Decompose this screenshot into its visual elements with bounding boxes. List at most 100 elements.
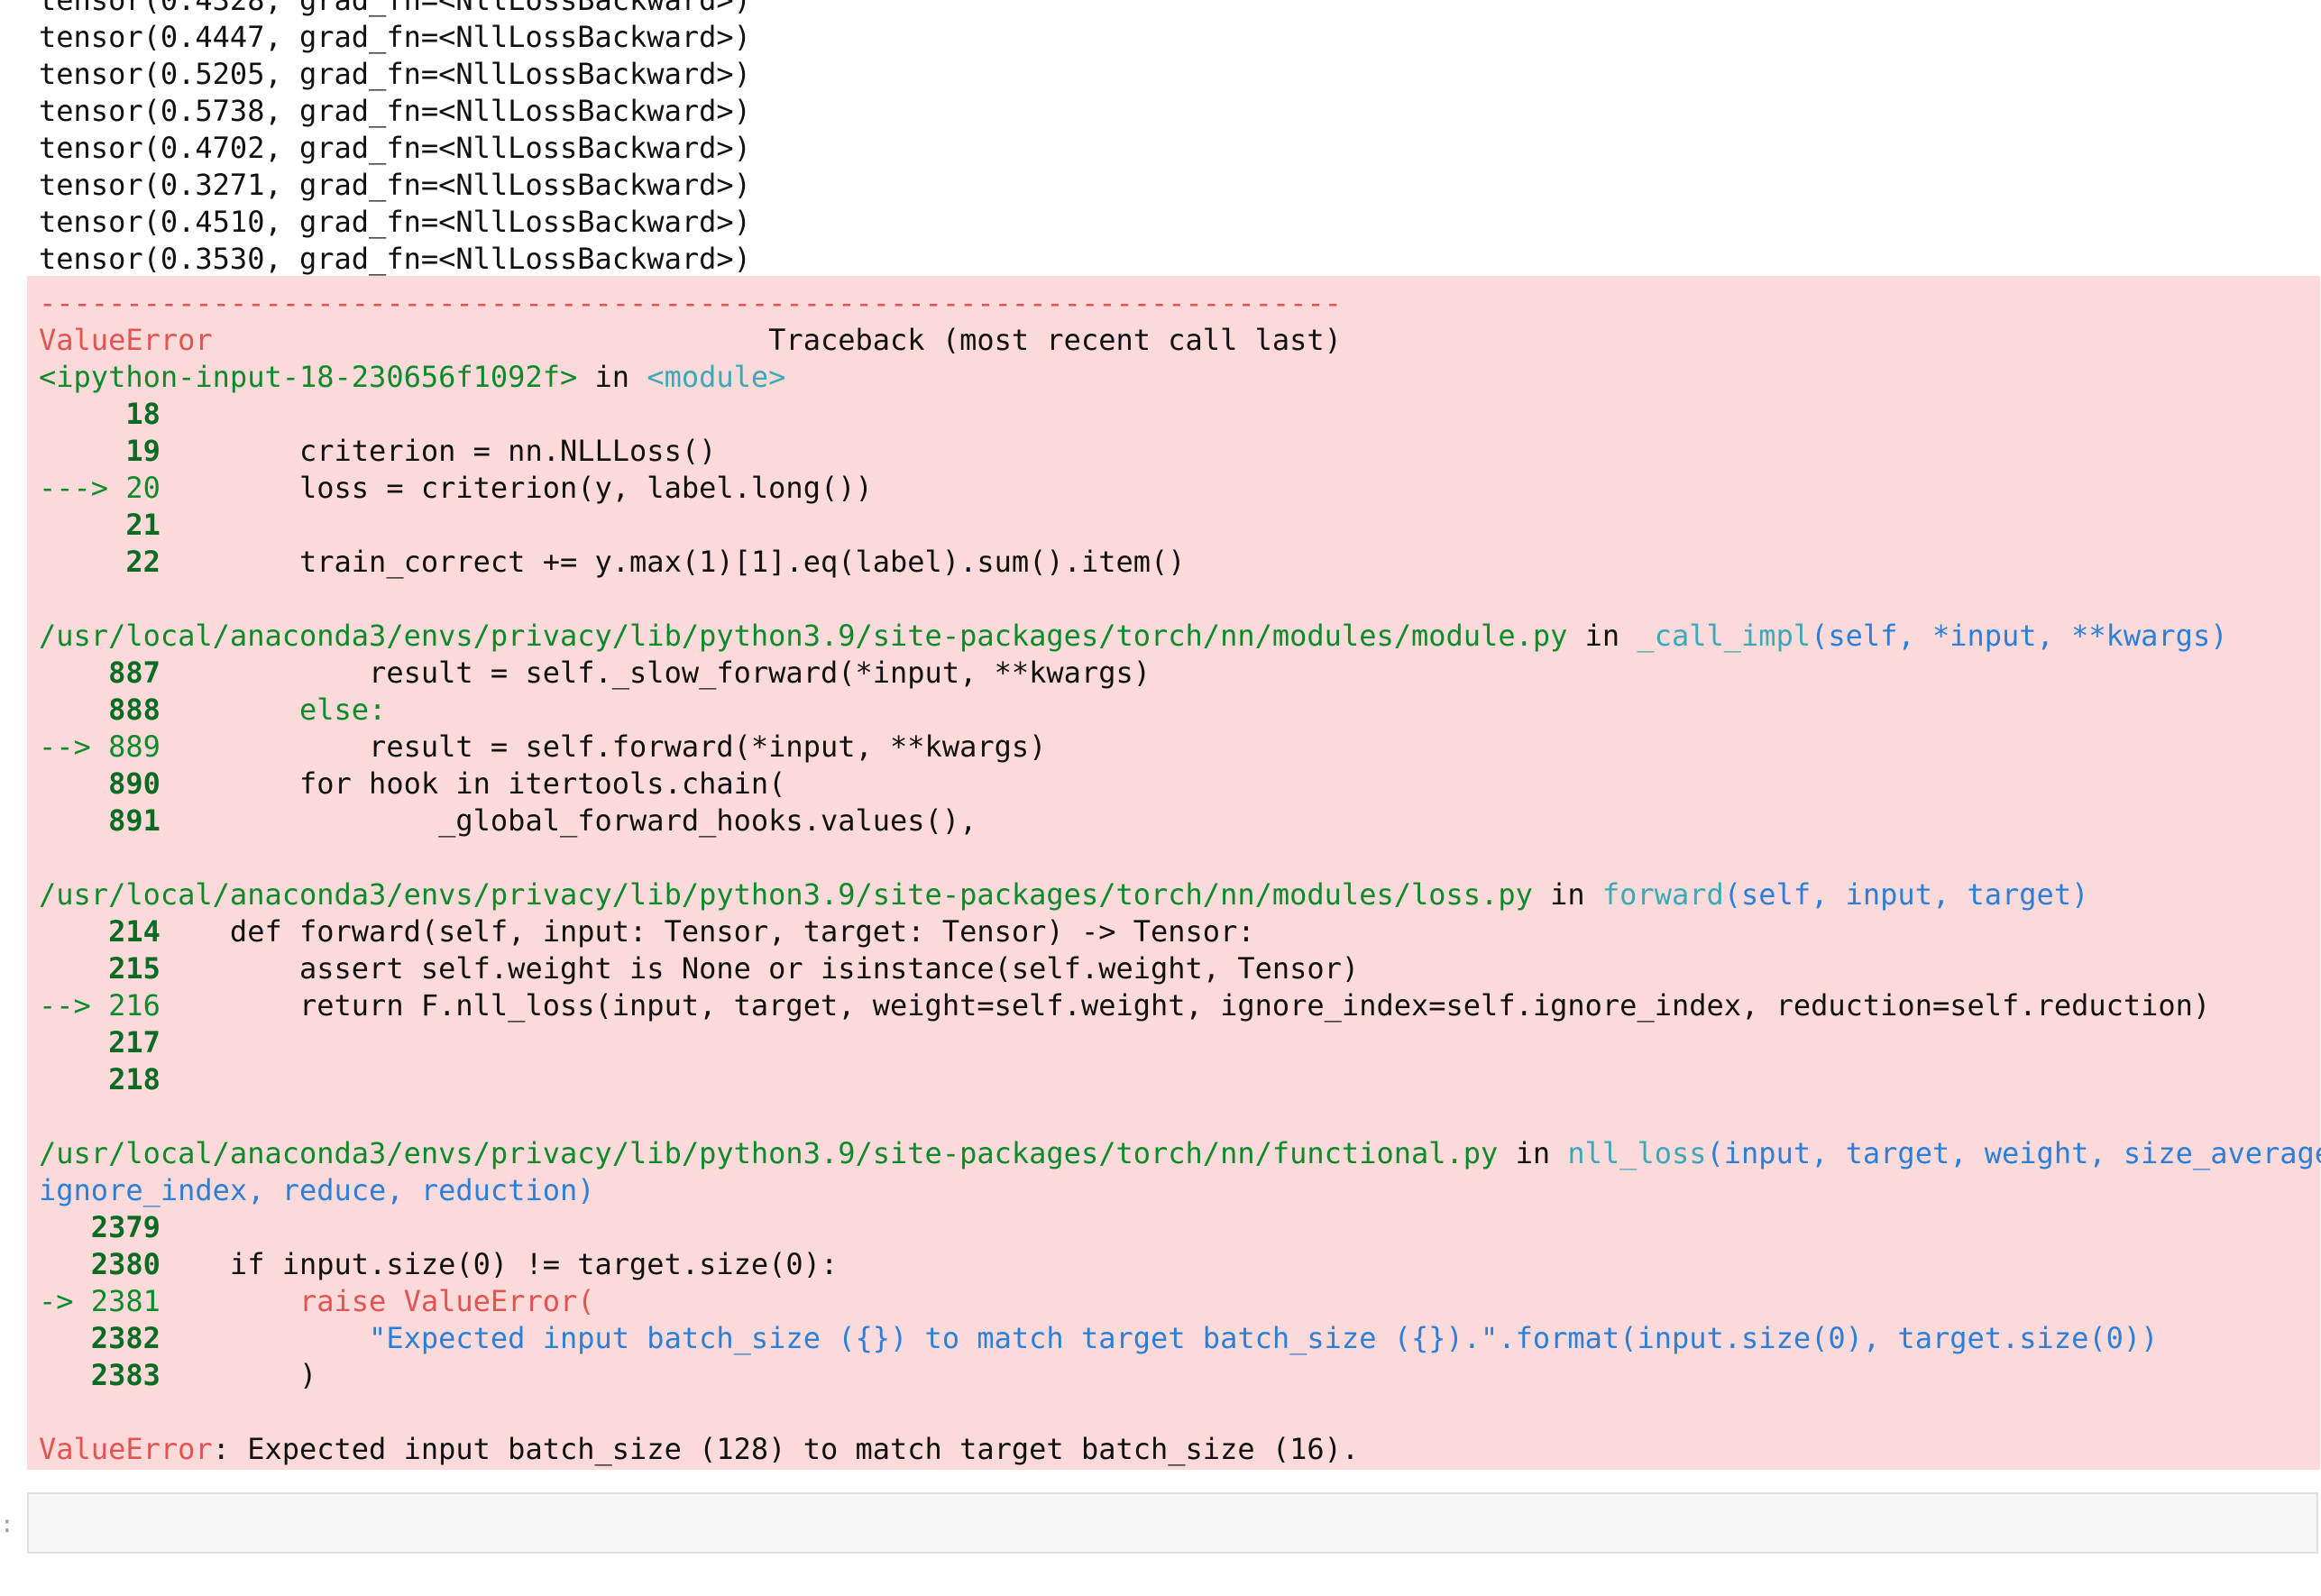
current-line-arrow: ---> (39, 471, 109, 505)
line-number: 891 (108, 803, 161, 838)
traceback-separator: ----------------------------------------… (39, 286, 1342, 320)
code-text: ) (298, 1358, 317, 1392)
code-text: "Expected input batch_size ({}) to match… (369, 1321, 2159, 1355)
code-line: 18 (39, 396, 2321, 433)
code-line: 2379 (39, 1209, 2321, 1246)
stdout-line: tensor(0.4328, grad_fn=<NllLossBackward>… (39, 0, 751, 17)
frame-function: nll_loss (1567, 1136, 1707, 1170)
stdout-line: tensor(0.4447, grad_fn=<NllLossBackward>… (39, 20, 751, 54)
error-output-box: ----------------------------------------… (27, 276, 2321, 1470)
frame-args: (input, target, weight, size_average, (1706, 1136, 2321, 1170)
frame-function: forward (1601, 877, 1724, 912)
line-number: 214 (108, 914, 161, 949)
traceback: ----------------------------------------… (39, 285, 2321, 1468)
frame-args: (self, input, target) (1723, 877, 2089, 912)
code-line: 2383 ) (39, 1357, 2321, 1394)
code-line: 215 assert self.weight is None or isinst… (39, 950, 2321, 987)
code-text: assert self.weight is None or isinstance… (298, 951, 1360, 986)
current-line-arrow: -> (39, 1284, 74, 1318)
code-line: 218 (39, 1061, 2321, 1098)
line-number: 889 (108, 729, 161, 764)
frame-header: /usr/local/anaconda3/envs/privacy/lib/py… (39, 876, 2321, 913)
code-line: 887 result = self._slow_forward(*input, … (39, 655, 2321, 692)
line-number: 2382 (90, 1321, 161, 1355)
code-text: raise ValueError( (298, 1284, 595, 1318)
code-text: def forward(self, input: Tensor, target:… (229, 914, 1255, 949)
code-text: result = self.forward(*input, **kwargs) (369, 729, 1047, 764)
line-number: 215 (108, 951, 161, 986)
code-text: criterion = nn.NLLLoss() (298, 434, 717, 468)
stdout-line: tensor(0.4510, grad_fn=<NllLossBackward>… (39, 205, 751, 239)
cell-prompt: : (0, 1511, 14, 1538)
code-text: train_correct += y.max(1)[1].eq(label).s… (298, 545, 1186, 579)
frame-args-continued: ignore_index, reduce, reduction) (39, 1173, 595, 1207)
line-number: 2380 (90, 1247, 161, 1281)
code-text: for hook in itertools.chain( (298, 766, 786, 801)
frame-header: /usr/local/anaconda3/envs/privacy/lib/py… (39, 1135, 2321, 1172)
line-number: 890 (108, 766, 161, 801)
current-line-arrow: --> (39, 988, 91, 1023)
line-number: 2383 (90, 1358, 161, 1392)
frame-args: (self, *input, **kwargs) (1811, 619, 2228, 653)
line-number: 887 (108, 656, 161, 690)
frame-in-word: in (594, 360, 630, 394)
code-line: 214 def forward(self, input: Tensor, tar… (39, 913, 2321, 950)
stdout-line: tensor(0.5738, grad_fn=<NllLossBackward>… (39, 94, 751, 128)
line-number: 216 (108, 988, 161, 1023)
line-number: 217 (108, 1025, 161, 1059)
frame-function: _call_impl (1637, 619, 1812, 653)
final-error-line: ValueError: Expected input batch_size (1… (39, 1431, 2321, 1468)
frame-location: /usr/local/anaconda3/envs/privacy/lib/py… (39, 1136, 1499, 1170)
stdout-line: tensor(0.3271, grad_fn=<NllLossBackward>… (39, 168, 751, 202)
code-text: else: (298, 693, 387, 727)
code-line: 890 for hook in itertools.chain( (39, 766, 2321, 803)
frame-in-word: in (1550, 877, 1585, 912)
frame-location: /usr/local/anaconda3/envs/privacy/lib/py… (39, 877, 1533, 912)
frame-header: /usr/local/anaconda3/envs/privacy/lib/py… (39, 618, 2321, 655)
frame-scope: <module> (647, 360, 786, 394)
code-text: return F.nll_loss(input, target, weight=… (298, 988, 2211, 1023)
frame-header: <ipython-input-18-230656f1092f> in <modu… (39, 359, 2321, 396)
final-error-name: ValueError (39, 1432, 213, 1466)
code-line-current: -> 2381 raise ValueError( (39, 1283, 2321, 1320)
code-line: 891 _global_forward_hooks.values(), (39, 803, 2321, 839)
traceback-header-text: Traceback (most recent call last) (768, 323, 1342, 357)
code-line: 217 (39, 1024, 2321, 1061)
code-text: result = self._slow_forward(*input, **kw… (369, 656, 1151, 690)
code-line-current: ---> 20 loss = criterion(y, label.long()… (39, 470, 2321, 507)
code-text: if input.size(0) != target.size(0): (229, 1247, 839, 1281)
traceback-header: ValueError Traceback (most recent call l… (39, 322, 2321, 359)
frame-in-word: in (1584, 619, 1620, 653)
final-error-message: : Expected input batch_size (128) to mat… (212, 1432, 1360, 1466)
frame-location: /usr/local/anaconda3/envs/privacy/lib/py… (39, 619, 1568, 653)
line-number: 18 (125, 397, 161, 431)
code-input-cell[interactable] (27, 1492, 2318, 1554)
code-text: loss = criterion(y, label.long()) (298, 471, 873, 505)
current-line-arrow: --> (39, 729, 91, 764)
line-number: 21 (125, 508, 161, 542)
code-line: 22 train_correct += y.max(1)[1].eq(label… (39, 544, 2321, 581)
line-number: 2379 (90, 1210, 161, 1244)
code-text: _global_forward_hooks.values(), (438, 803, 977, 838)
stdout-line: tensor(0.5205, grad_fn=<NllLossBackward>… (39, 57, 751, 91)
stdout-line: tensor(0.4702, grad_fn=<NllLossBackward>… (39, 131, 751, 165)
code-line: 2380 if input.size(0) != target.size(0): (39, 1246, 2321, 1283)
code-line-current: --> 889 result = self.forward(*input, **… (39, 729, 2321, 766)
code-line: 2382 "Expected input batch_size ({}) to … (39, 1320, 2321, 1357)
frame-in-word: in (1515, 1136, 1551, 1170)
code-line-current: --> 216 return F.nll_loss(input, target,… (39, 987, 2321, 1024)
code-line: 19 criterion = nn.NLLLoss() (39, 433, 2321, 470)
line-number: 2381 (90, 1284, 161, 1318)
stdout-line: tensor(0.3530, grad_fn=<NllLossBackward>… (39, 242, 751, 276)
line-number: 888 (108, 693, 161, 727)
code-line: 888 else: (39, 692, 2321, 729)
error-name: ValueError (39, 323, 213, 357)
line-number: 19 (125, 434, 161, 468)
frame-location: <ipython-input-18-230656f1092f> (39, 360, 578, 394)
line-number: 22 (125, 545, 161, 579)
cell-stdout-output: tensor(0.4328, grad_fn=<NllLossBackward>… (39, 0, 751, 278)
